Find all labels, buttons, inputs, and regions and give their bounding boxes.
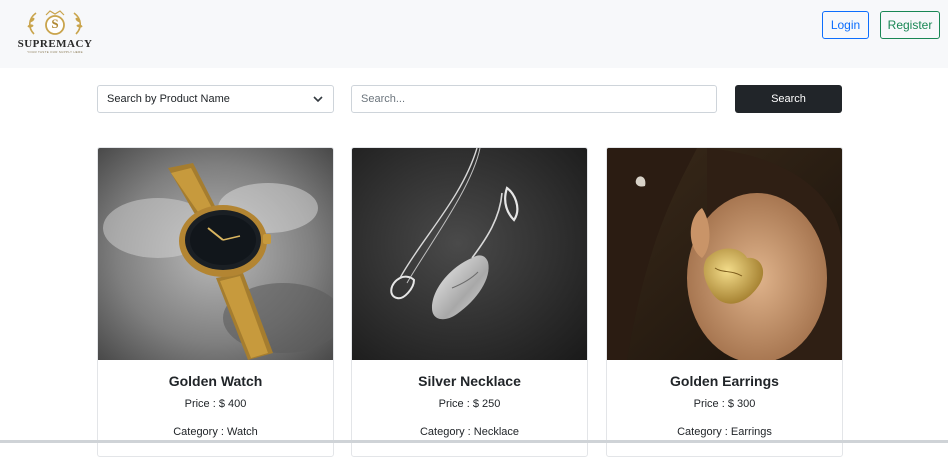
brand-tagline: YOUR TASTE OUR SUPPLY HERE	[27, 50, 83, 54]
product-price: Price : $ 400	[184, 398, 247, 410]
product-card-golden-watch[interactable]: Golden Watch Price : $ 400 Category : Wa…	[97, 147, 334, 457]
brand-logo[interactable]: S SUPREMACY YOUR TASTE OUR SUPPLY HERE	[12, 10, 98, 56]
product-card-silver-necklace[interactable]: Silver Necklace Price : $ 250 Category :…	[351, 147, 588, 457]
search-type-select[interactable]: Search by Product Name	[97, 85, 334, 113]
search-input[interactable]	[351, 85, 717, 113]
product-card-golden-earrings[interactable]: Golden Earrings Price : $ 300 Category :…	[606, 147, 843, 457]
product-price: Price : $ 250	[438, 398, 501, 410]
product-title: Golden Watch	[168, 373, 263, 389]
product-title: Golden Earrings	[670, 373, 779, 389]
register-button[interactable]: Register	[880, 11, 940, 39]
brand-name: SUPREMACY	[17, 38, 93, 50]
chevron-down-icon	[313, 96, 323, 103]
product-category: Category : Watch	[173, 426, 258, 438]
login-button[interactable]: Login	[822, 11, 869, 39]
select-value: Search by Product Name	[107, 93, 230, 105]
navbar: S SUPREMACY YOUR TASTE OUR SUPPLY HERE L…	[0, 0, 948, 68]
product-price: Price : $ 300	[693, 398, 756, 410]
search-button[interactable]: Search	[735, 85, 842, 113]
necklace-image[interactable]	[352, 148, 587, 360]
product-title: Silver Necklace	[418, 373, 521, 389]
earrings-image[interactable]	[607, 148, 842, 360]
product-category: Category : Earrings	[677, 426, 772, 438]
product-category: Category : Necklace	[419, 426, 520, 438]
watch-image[interactable]	[98, 148, 333, 360]
brand-monogram: S	[51, 16, 59, 31]
